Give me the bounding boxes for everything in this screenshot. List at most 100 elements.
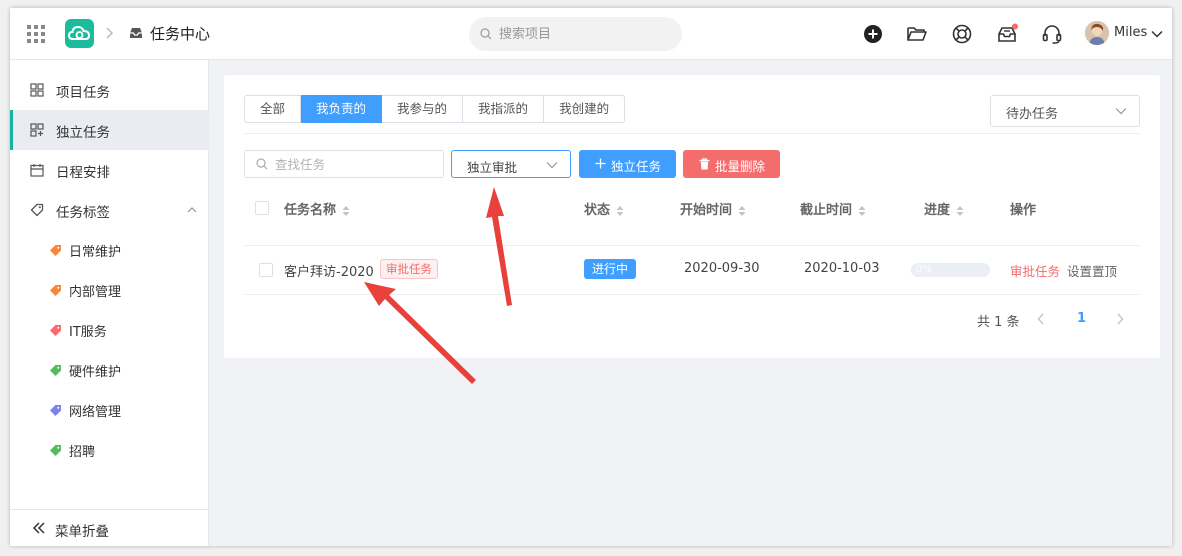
table-header-divider: [244, 245, 1140, 246]
col-header-label: 截止时间: [800, 203, 853, 218]
pagination-total: 共 1 条: [977, 315, 1020, 330]
sort-icon[interactable]: [342, 205, 350, 217]
delete-button-label: 批量删除: [715, 159, 766, 174]
progress-text: 0%: [916, 264, 932, 275]
task-filter-tabs: 全部 我负责的 我参与的 我指派的 我创建的: [244, 95, 626, 123]
sidebar-item-label: 独立任务: [56, 125, 110, 141]
add-independent-task-button[interactable]: 独立任务: [579, 150, 676, 178]
tag-label: 网络管理: [69, 405, 122, 420]
col-header-label: 状态: [584, 203, 611, 218]
task-type-select[interactable]: 独立审批: [451, 150, 571, 178]
tag-icon: [50, 445, 61, 456]
project-search-input[interactable]: [499, 17, 669, 51]
notification-inbox-icon[interactable]: [995, 22, 1019, 46]
col-header-label: 开始时间: [680, 203, 733, 218]
sort-icon[interactable]: [616, 205, 624, 217]
approval-task-badge: 审批任务: [380, 259, 438, 279]
chevron-right-icon: [106, 27, 114, 39]
tag-item-network-management[interactable]: 网络管理: [10, 390, 209, 430]
plus-circle-icon[interactable]: [861, 22, 885, 46]
status-badge: 进行中: [584, 259, 637, 279]
tab-all[interactable]: 全部: [244, 95, 302, 123]
col-header-actions: 操作: [1010, 203, 1037, 218]
chevron-down-icon: [1115, 108, 1127, 115]
tab-assigned-by-me[interactable]: 我指派的: [463, 95, 545, 123]
search-icon: [256, 158, 268, 170]
tag-item-hardware-maintenance[interactable]: 硬件维护: [10, 350, 209, 390]
table-row-divider: [244, 294, 1140, 295]
headset-icon[interactable]: [1040, 22, 1064, 46]
project-search[interactable]: [469, 17, 682, 51]
grid-icon: [30, 83, 44, 97]
tab-created-by-me[interactable]: 我创建的: [544, 95, 626, 123]
tag-icon: [50, 325, 61, 336]
col-header-start-time[interactable]: 开始时间: [680, 199, 746, 218]
menu-collapse-button[interactable]: 菜单折叠: [10, 509, 209, 546]
row-checkbox[interactable]: [259, 263, 273, 277]
select-all-checkbox[interactable]: [255, 201, 269, 215]
task-search[interactable]: [244, 150, 444, 178]
folder-open-icon[interactable]: [905, 22, 929, 46]
sort-icon[interactable]: [858, 205, 866, 217]
next-page-icon[interactable]: [1115, 313, 1125, 325]
end-time-cell: 2020-10-03: [804, 261, 880, 276]
tab-participating[interactable]: 我参与的: [382, 95, 464, 123]
tag-item-recruitment[interactable]: 招聘: [10, 430, 209, 470]
tag-icon: [50, 405, 61, 416]
sidebar-item-schedule[interactable]: 日程安排: [10, 150, 209, 190]
sidebar-item-task-tags[interactable]: 任务标签: [10, 190, 209, 230]
chevron-down-icon: [546, 162, 558, 169]
task-search-input[interactable]: [275, 151, 435, 177]
tag-icon: [50, 365, 61, 376]
tag-item-it-services[interactable]: IT服务: [10, 310, 209, 350]
sidebar-item-project-tasks[interactable]: 项目任务: [10, 70, 209, 110]
sidebar-item-label: 项目任务: [56, 85, 110, 101]
status-filter-value: 待办任务: [1006, 107, 1059, 122]
tag-label: 招聘: [69, 445, 96, 460]
tag-icon: [30, 203, 44, 217]
trash-icon: [699, 158, 710, 170]
start-time-cell: 2020-09-30: [684, 261, 760, 276]
tag-label: 日常维护: [69, 245, 122, 260]
tag-item-internal-management[interactable]: 内部管理: [10, 270, 209, 310]
sidebar-item-independent-tasks[interactable]: 独立任务: [10, 110, 209, 150]
app-window: 任务中心 Miles 项目任务 独立任务 日程安排: [10, 8, 1172, 546]
prev-page-icon[interactable]: [1036, 313, 1046, 325]
double-chevron-left-icon: [32, 522, 45, 534]
tab-my-responsible[interactable]: 我负责的: [301, 95, 383, 123]
search-icon: [480, 28, 492, 40]
tag-label: 内部管理: [69, 285, 122, 300]
top-header: 任务中心 Miles: [10, 8, 1172, 60]
pagination-page-current[interactable]: 1: [1077, 311, 1086, 326]
task-name-link[interactable]: 客户拜访-2020: [284, 261, 374, 280]
col-header-label: 进度: [924, 203, 951, 218]
status-filter-select[interactable]: 待办任务: [990, 95, 1140, 127]
avatar[interactable]: [1085, 21, 1109, 45]
approve-task-link[interactable]: 审批任务: [1010, 261, 1060, 280]
add-button-label: 独立任务: [611, 159, 662, 174]
col-header-status[interactable]: 状态: [584, 199, 624, 218]
set-pin-link[interactable]: 设置置顶: [1067, 261, 1117, 280]
apps-grid-icon[interactable]: [26, 24, 46, 44]
batch-delete-button[interactable]: 批量删除: [683, 150, 780, 178]
tag-item-daily-maintenance[interactable]: 日常维护: [10, 230, 209, 270]
task-panel: 全部 我负责的 我参与的 我指派的 我创建的 待办任务 独立审批 独立任务 批量…: [224, 75, 1160, 358]
apps-icon: [30, 123, 44, 137]
page-title: 任务中心: [150, 25, 211, 43]
sidebar-item-label: 日程安排: [56, 165, 110, 181]
chevron-up-icon[interactable]: [186, 205, 198, 215]
plus-icon: [595, 158, 606, 169]
chevron-down-icon[interactable]: [1150, 27, 1164, 41]
task-type-value: 独立审批: [467, 160, 518, 175]
col-header-task-name[interactable]: 任务名称: [284, 199, 350, 218]
col-header-end-time[interactable]: 截止时间: [800, 199, 866, 218]
col-header-label: 任务名称: [284, 203, 337, 218]
tag-label: 硬件维护: [69, 365, 122, 380]
tag-icon: [50, 285, 61, 296]
col-header-progress[interactable]: 进度: [924, 199, 964, 218]
cloud-logo-icon[interactable]: [65, 19, 94, 48]
sort-icon[interactable]: [956, 205, 964, 217]
support-lifebuoy-icon[interactable]: [950, 22, 974, 46]
username[interactable]: Miles: [1114, 25, 1147, 40]
sort-icon[interactable]: [738, 205, 746, 217]
